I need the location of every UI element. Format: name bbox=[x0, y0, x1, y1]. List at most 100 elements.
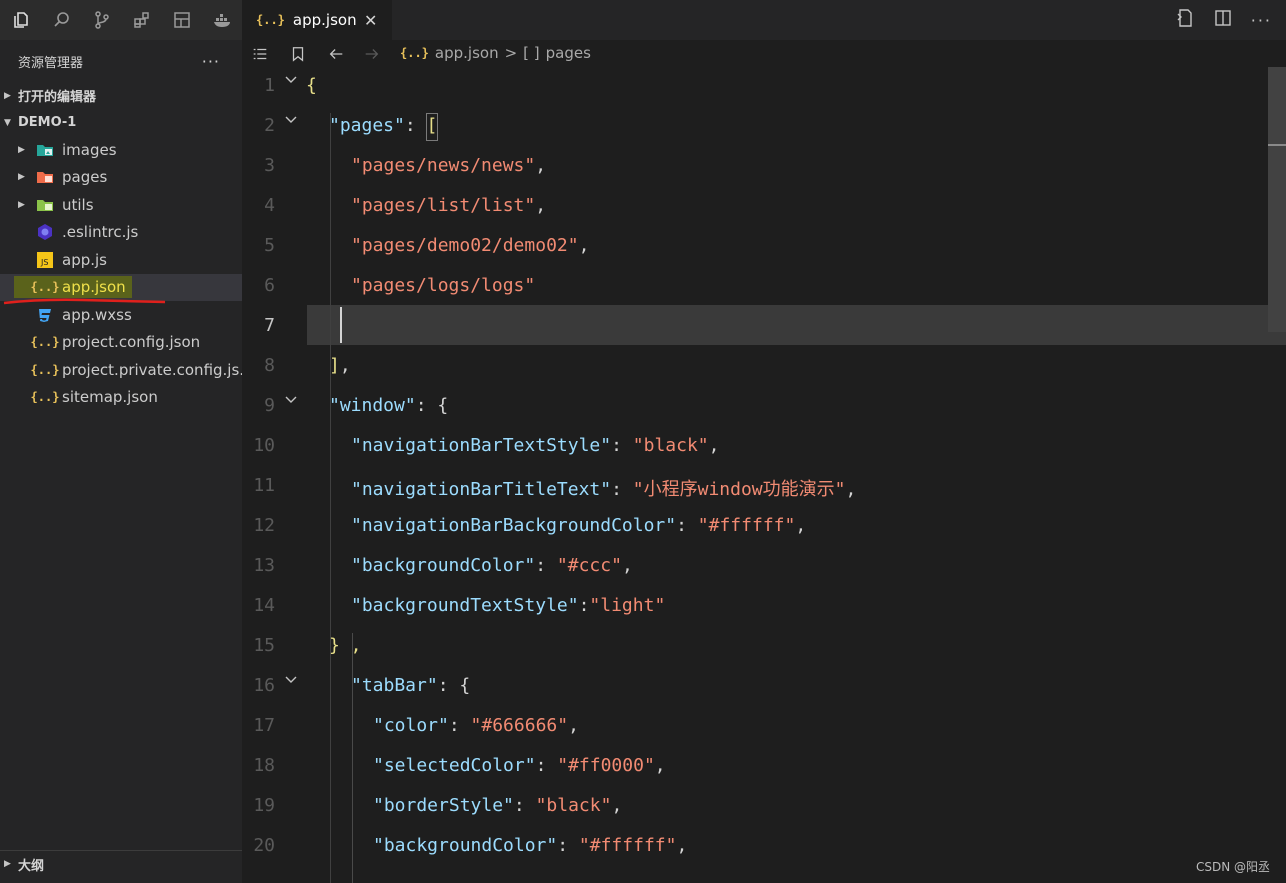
code-line: 10 "navigationBarTextStyle": "black", bbox=[242, 427, 1286, 467]
list-icon[interactable] bbox=[250, 44, 270, 64]
search-icon[interactable] bbox=[42, 0, 82, 40]
punct: : { bbox=[437, 675, 471, 696]
caret-icon: ▶ bbox=[18, 199, 25, 210]
code-line: 17 "color": "#666666", bbox=[242, 707, 1286, 747]
more-actions-icon[interactable]: ··· bbox=[1251, 11, 1272, 30]
tree-item-label: project.private.config.js... bbox=[62, 360, 242, 379]
tree-item-label: images bbox=[62, 140, 117, 159]
more-actions-icon[interactable]: ··· bbox=[202, 52, 220, 71]
fold-chevron-icon[interactable] bbox=[284, 673, 298, 687]
code-line: 4 "pages/list/list", bbox=[242, 187, 1286, 227]
watermark: CSDN @阳丞 bbox=[1195, 860, 1270, 874]
tree-item-pages[interactable]: ▶ pages bbox=[0, 164, 242, 192]
code-line: 15 } , bbox=[242, 627, 1286, 667]
punct: , bbox=[578, 235, 590, 256]
close-icon[interactable]: ✕ bbox=[364, 11, 377, 30]
tab-app-json[interactable]: {..} app.json ✕ bbox=[242, 0, 392, 40]
punct: , bbox=[845, 479, 857, 500]
files-icon[interactable] bbox=[2, 0, 42, 40]
code-line: 8 ], bbox=[242, 347, 1286, 387]
project-section[interactable]: ▼ DEMO-1 bbox=[0, 109, 242, 136]
json-key: "borderStyle" bbox=[373, 795, 514, 816]
json-string: "#ccc" bbox=[556, 555, 622, 576]
punct: , bbox=[708, 435, 720, 456]
tree-item-label: pages bbox=[62, 168, 108, 187]
json-string: "pages/list/list" bbox=[351, 195, 536, 216]
punct: : bbox=[535, 755, 558, 776]
punct: , bbox=[654, 755, 666, 776]
source-control-icon[interactable] bbox=[82, 0, 122, 40]
bookmark-icon[interactable] bbox=[288, 44, 308, 64]
code-line: 12 "navigationBarBackgroundColor": "#fff… bbox=[242, 507, 1286, 547]
punct: : bbox=[557, 835, 579, 856]
punct: , bbox=[621, 555, 633, 576]
line-number: 6 bbox=[264, 275, 275, 296]
json-string: "black" bbox=[535, 795, 612, 816]
back-arrow-icon[interactable] bbox=[326, 44, 346, 64]
tree-item-images[interactable]: ▶ images bbox=[0, 136, 242, 164]
json-key: "navigationBarTextStyle" bbox=[351, 435, 612, 456]
forward-arrow-icon[interactable] bbox=[362, 44, 382, 64]
vertical-scrollbar-thumb[interactable] bbox=[1268, 67, 1286, 332]
expanded-caret-icon: ▼ bbox=[4, 117, 11, 128]
tree-item-project-config[interactable]: {..} project.config.json bbox=[0, 329, 242, 357]
docker-icon[interactable] bbox=[202, 0, 242, 40]
json-icon: {..} bbox=[400, 46, 429, 60]
json-key: "backgroundColor" bbox=[351, 555, 536, 576]
json-key: "backgroundColor" bbox=[373, 835, 558, 856]
utils-folder-icon bbox=[36, 196, 54, 214]
explorer-header: 资源管理器 ··· bbox=[0, 40, 242, 82]
code-line-active: 7 bbox=[242, 307, 1286, 347]
line-number: 16 bbox=[253, 675, 275, 696]
css-icon bbox=[36, 306, 54, 324]
remote-icon[interactable] bbox=[162, 0, 202, 40]
code-line: 11 "navigationBarTitleText": "小程序window功… bbox=[242, 467, 1286, 507]
punct: , bbox=[535, 195, 547, 216]
tab-label: app.json bbox=[292, 11, 357, 29]
tree-item-app-wxss[interactable]: app.wxss bbox=[0, 301, 242, 329]
punct: : bbox=[404, 115, 427, 136]
code-line: 14 "backgroundTextStyle":"light" bbox=[242, 587, 1286, 627]
fold-chevron-icon[interactable] bbox=[284, 73, 298, 87]
tree-item-utils[interactable]: ▶ utils bbox=[0, 191, 242, 219]
extensions-icon[interactable] bbox=[122, 0, 162, 40]
breadcrumb-file[interactable]: app.json bbox=[435, 44, 499, 62]
tab-bar: {..} app.json ✕ ··· bbox=[242, 0, 1286, 40]
breadcrumb-separator: > bbox=[504, 44, 518, 62]
json-string: "#ffffff" bbox=[578, 835, 677, 856]
punct: : bbox=[611, 479, 633, 500]
punct: : bbox=[448, 715, 471, 736]
json-key: "color" bbox=[373, 715, 449, 736]
open-preview-icon[interactable] bbox=[1175, 8, 1195, 32]
split-editor-icon[interactable] bbox=[1213, 8, 1233, 32]
fold-chevron-icon[interactable] bbox=[284, 113, 298, 127]
tree-item-eslintrc[interactable]: .eslintrc.js bbox=[0, 219, 242, 247]
tree-item-app-js[interactable]: JS app.js bbox=[0, 246, 242, 274]
pages-folder-icon bbox=[36, 168, 54, 186]
line-number: 1 bbox=[264, 75, 275, 96]
line-number: 9 bbox=[264, 395, 275, 416]
breadcrumb-node[interactable]: pages bbox=[546, 44, 591, 62]
tree-item-project-private-config[interactable]: {..} project.private.config.js... bbox=[0, 356, 242, 384]
collapsed-caret-icon: ▶ bbox=[4, 90, 11, 101]
json-key: "pages" bbox=[329, 115, 405, 136]
tree-item-label: app.wxss bbox=[62, 305, 132, 324]
line-number: 3 bbox=[264, 155, 275, 176]
json-key: "navigationBarTitleText" bbox=[351, 479, 612, 500]
tree-item-app-json[interactable]: {..} app.json bbox=[0, 273, 242, 304]
outline-section[interactable]: ▶ 大纲 bbox=[0, 850, 242, 877]
tree-item-sitemap[interactable]: {..} sitemap.json bbox=[0, 384, 242, 412]
open-editors-section[interactable]: ▶ 打开的编辑器 bbox=[0, 82, 242, 109]
eslint-icon bbox=[36, 223, 54, 241]
punct: : bbox=[611, 435, 633, 456]
brace: } , bbox=[329, 635, 362, 656]
punct: : bbox=[676, 515, 698, 536]
line-number: 20 bbox=[253, 835, 275, 856]
fold-chevron-icon[interactable] bbox=[284, 393, 298, 407]
line-number: 15 bbox=[253, 635, 275, 656]
punct: : bbox=[513, 795, 536, 816]
line-number: 8 bbox=[264, 355, 275, 376]
caret-icon: ▶ bbox=[18, 172, 25, 183]
code-editor[interactable]: 1 { 2 "pages": [ 3 "pages/news/news", 4 … bbox=[242, 67, 1286, 883]
json-icon: {..} bbox=[256, 13, 285, 27]
